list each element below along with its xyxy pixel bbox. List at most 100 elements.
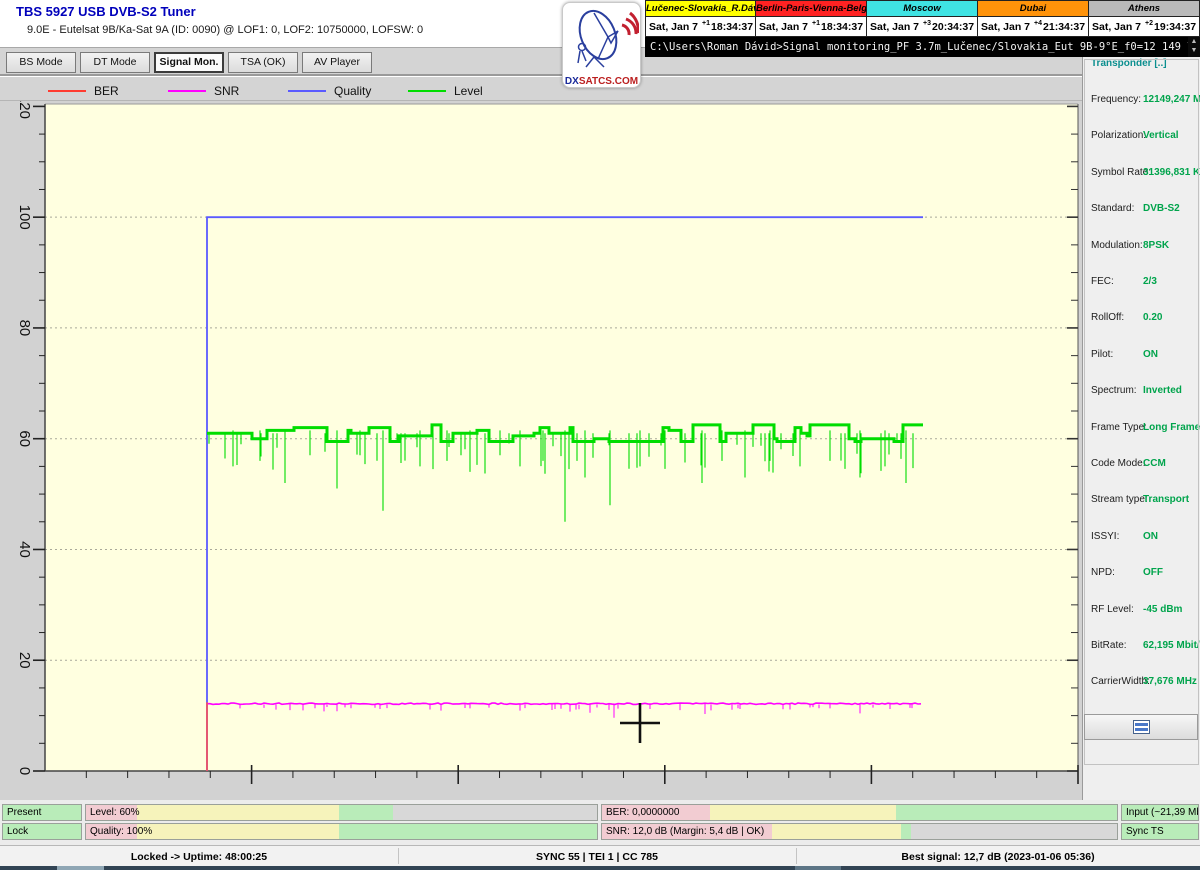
sidebar-value-bitrate: 62,195 Mbit/s [1143,640,1200,651]
legend-label: Level [454,84,483,98]
clock-time-row: Sat, Jan 7 +1 18:34:37 [646,17,755,36]
sidebar-value-frame-type: Long Frame [1143,421,1200,433]
status-best-signal: Best signal: 12,7 dB (2023-01-06 05:36) [901,850,1095,863]
clock-date: Sat, Jan 7 [870,20,920,33]
clock-date: Sat, Jan 7 [1092,20,1142,33]
clock-time-row: Sat, Jan 7 +3 20:34:37 [867,17,977,36]
sidebar-label-carrierwidth: CarrierWidth: [1091,676,1150,688]
legend-line-swatch [168,90,206,92]
clock-time-row: Sat, Jan 7 +2 19:34:37 [1089,17,1199,36]
meter-label-lock: Lock [7,826,29,837]
meter-segment-yellow [137,824,339,839]
signal-chart: 0 20 40 60 80 100 120 [16,94,1079,784]
clock-utc-offset: +2 [1145,20,1154,27]
meter-level: Level: 60% [85,804,598,821]
transponder-sidebar: Transponder [..] Frequency:12149,247 MHz P… [1082,57,1200,800]
clock-city-label: Berlin-Paris-Vienna-Belgrade [756,1,866,17]
ts-list-icon [1132,720,1150,734]
tab-signal-mon[interactable]: Signal Mon. [154,52,224,73]
clock-time: 20:34:37 [932,20,975,33]
sidebar-value-issyi: ON [1143,530,1158,542]
sidebar-value-modulation: 8PSK [1143,239,1170,251]
clock-time: 19:34:37 [1154,20,1197,33]
sidebar-value-rolloff: 0.20 [1143,312,1163,324]
sidebar-label-standard: Standard: [1091,203,1135,215]
sidebar-value-fec: 2/3 [1143,276,1157,287]
tuner-subtitle: 9.0E - Eutelsat 9B/Ka-Sat 9A (ID: 0090) … [27,24,424,36]
meter-segment-green [900,824,911,839]
meter-segment-yellow [710,805,896,820]
legend-item-quality: Quality [288,83,371,99]
sidebar-label-frame-type: Frame Type: [1091,421,1147,433]
legend-label: Quality [334,84,372,98]
sidebar-label-stream-type: Stream type: [1091,494,1148,506]
clock-moscow: Moscow Sat, Jan 7 +3 20:34:37 [867,0,978,37]
scroll-down-icon[interactable]: ▼ [1191,46,1198,55]
signal-chart-panel: 0 20 40 60 80 100 120 [0,94,1082,801]
sidebar-label-issyi: ISSYI: [1091,530,1120,542]
clock-utc-offset: +4 [1034,20,1043,27]
sidebar-label-frequency: Frequency: [1091,94,1142,105]
meter-snr: SNR: 12,0 dB (Margin: 5,4 dB | OK) [601,823,1118,840]
sidebar-label-polarization: Polarization: [1091,130,1147,142]
sidebar-value-pilot: ON [1143,348,1158,360]
logo-wordmark: DXSATCS.COM [564,76,639,87]
y-tick-label: 60 [16,430,33,447]
sidebar-label-modulation: Modulation: [1091,239,1143,251]
status-sync-counters: SYNC 55 | TEI 1 | CC 785 [535,850,658,863]
sidebar-value-carrierwidth: 37,676 MHz [1143,676,1197,688]
clock-city-label: Moscow [867,1,977,17]
clock-date: Sat, Jan 7 [981,20,1031,33]
sidebar-value-stream-type: Transport [1143,494,1190,506]
console-scrollbar[interactable]: ▲ ▼ [1188,37,1200,57]
sidebar-label-bitrate: BitRate: [1091,640,1127,651]
sidebar-value-symbol-rate: 31396,831 KS/s [1143,166,1200,178]
sidebar-title: Transponder [..] [1091,58,1167,69]
clock-time-row: Sat, Jan 7 +1 18:34:37 [756,17,866,36]
clock-utc-offset: +1 [812,20,821,27]
legend-item-level: Level [408,83,483,99]
clock-date: Sat, Jan 7 [759,20,809,33]
meter-ber: BER: 0,0000000 [601,804,1118,821]
window-title: TBS 5927 USB DVB-S2 Tuner [16,4,196,19]
sidebar-label-fec: FEC: [1091,276,1114,287]
sidebar-label-npd: NPD: [1091,567,1115,579]
clock-utc-offset: +1 [702,20,711,27]
tab-tsa-ok[interactable]: TSA (OK) [228,52,298,73]
satellite-dish-icon [577,9,640,68]
meter-label-snr: SNR: 12,0 dB (Margin: 5,4 dB | OK) [606,826,765,837]
clock-utc-offset: +3 [923,20,932,27]
sidebar-value-rf-level: -45 dBm [1143,603,1183,615]
clock-city-label: Dubai [978,1,1088,17]
meter-input: Input (~21,39 Mbps) [1121,804,1199,821]
sidebar-value-npd: OFF [1143,567,1163,579]
sidebar-value-polarization: Vertical [1143,130,1179,142]
y-tick-label: 20 [16,652,33,669]
clock-city-label: Lučenec-Slovakia_R.Dávid [646,1,755,17]
tab-av-player[interactable]: AV Player [302,52,372,73]
taskbar-item [795,866,841,870]
y-tick-label: 100 [16,205,33,230]
sidebar-label-rf-level: RF Level: [1091,603,1134,615]
meter-label-sync: Sync TS [1126,826,1164,837]
meter-label-quality: Quality: 100% [90,826,153,837]
sidebar-value-spectrum: Inverted [1143,385,1182,397]
legend-line-swatch [288,90,326,92]
sidebar-label-pilot: Pilot: [1091,348,1114,360]
window-header: TBS 5927 USB DVB-S2 Tuner 9.0E - Eutelsa… [0,0,648,48]
tab-bs-mode[interactable]: BS Mode [6,52,76,73]
scroll-up-icon[interactable]: ▲ [1191,37,1198,46]
series-snr [207,702,922,706]
y-tick-label: 80 [16,320,33,337]
ts-capture-button[interactable] [1084,714,1198,740]
status-bar: Locked -> Uptime: 48:00:25 SYNC 55 | TEI… [0,845,1200,866]
tab-dt-mode[interactable]: DT Mode [80,52,150,73]
meter-present: Present [2,804,82,821]
sidebar-value-code-mode: CCM [1143,458,1166,469]
meter-segment-green [338,824,597,839]
clock-lu-enec-slovakia-r-d-vid: Lučenec-Slovakia_R.Dávid Sat, Jan 7 +1 18:3… [645,0,756,37]
taskbar-item [57,866,104,870]
y-tick-label: 120 [16,101,33,119]
clock-date: Sat, Jan 7 [649,20,699,33]
sidebar-label-spectrum: Spectrum: [1091,385,1137,397]
